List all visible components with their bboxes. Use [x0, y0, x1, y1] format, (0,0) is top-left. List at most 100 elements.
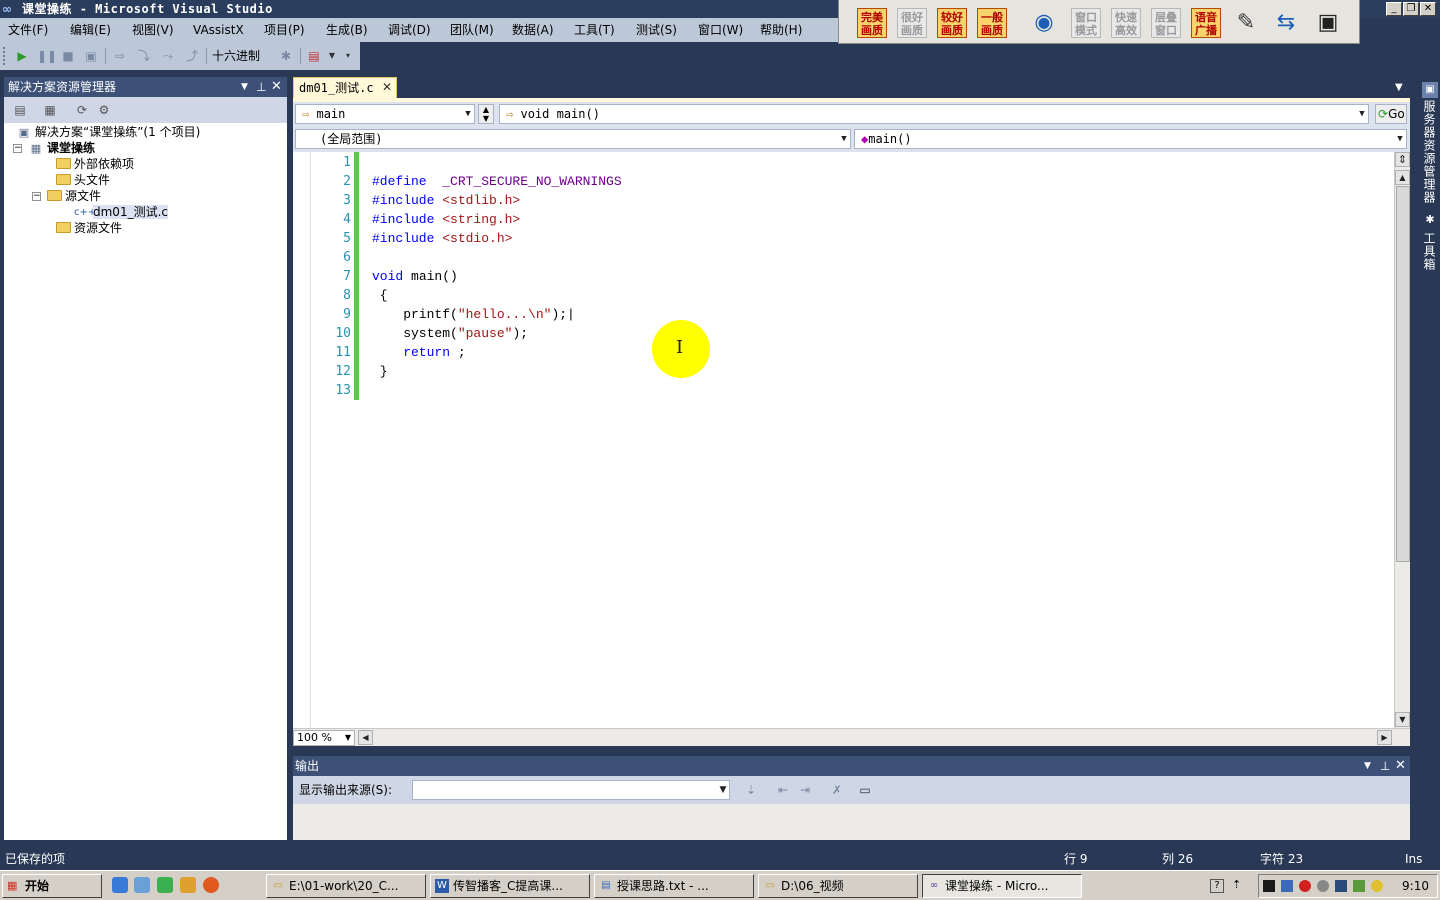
panel-close-icon[interactable]: ✕ — [1395, 756, 1406, 776]
minimize-button[interactable]: _ — [1386, 2, 1402, 16]
close-button[interactable]: ✕ — [1420, 2, 1436, 16]
word-wrap-icon[interactable]: ▭ — [857, 782, 873, 798]
step-out-icon[interactable]: ⤴ — [184, 48, 200, 64]
start-debug-icon[interactable]: ▶ — [14, 48, 30, 64]
good-quality-button[interactable]: 较好画质 — [937, 8, 967, 38]
collapse-icon[interactable]: − — [13, 144, 22, 153]
tray-app-icon[interactable] — [1263, 880, 1275, 892]
step-over-icon[interactable]: ⤳ — [160, 48, 176, 64]
scroll-left-icon[interactable]: ◀ — [358, 730, 373, 745]
fast-efficient-button[interactable]: 快速高效 — [1111, 8, 1141, 38]
output-source-combo[interactable]: ▼ — [412, 780, 730, 800]
menu-help[interactable]: 帮助(H) — [760, 22, 802, 38]
tab-close-icon[interactable]: ✕ — [380, 80, 394, 94]
menu-team[interactable]: 团队(M) — [450, 22, 494, 38]
tray-network-icon[interactable] — [1281, 880, 1293, 892]
window-mode-button[interactable]: 窗口模式 — [1071, 8, 1101, 38]
pin-icon[interactable]: ⊥ — [256, 77, 266, 97]
pause-icon[interactable]: ❚❚ — [37, 48, 57, 64]
pin-icon[interactable]: ⊥ — [1380, 756, 1390, 776]
perfect-quality-button[interactable]: 完美画质 — [857, 8, 887, 38]
menu-build[interactable]: 生成(B) — [326, 22, 368, 38]
desktop-icon[interactable] — [134, 877, 150, 893]
tree-source-files[interactable]: − 源文件 — [32, 188, 101, 204]
app-orange-icon[interactable] — [180, 877, 196, 893]
server-icon[interactable]: ▣ — [1422, 82, 1438, 98]
task-notepad[interactable]: ▤ 授课思路.txt - ... — [594, 874, 754, 898]
menu-debug[interactable]: 调试(D) — [388, 22, 431, 38]
properties-icon[interactable]: ▤ — [12, 102, 28, 118]
tree-header-files[interactable]: 头文件 — [56, 172, 110, 188]
go-button[interactable]: ⟳Go — [1375, 104, 1407, 124]
stop-icon[interactable]: ■ — [60, 48, 76, 64]
pen-icon[interactable]: ✎ — [1229, 6, 1263, 40]
step-into-icon[interactable]: ⤵ — [136, 48, 152, 64]
tray-update-icon[interactable] — [1371, 880, 1383, 892]
ie-icon[interactable] — [112, 877, 128, 893]
menu-file[interactable]: 文件(F) — [8, 22, 48, 38]
task-explorer-work[interactable]: ▭ E:\01-work\20_C... — [266, 874, 426, 898]
class-diagram-icon[interactable]: ⚙ — [96, 102, 112, 118]
toolbar-overflow-icon[interactable]: ▾ — [340, 48, 356, 64]
hexadecimal-button[interactable]: 十六进制 — [212, 48, 260, 64]
start-button[interactable]: ▦ 开始 — [2, 874, 102, 898]
prev-message-icon[interactable]: ⇤ — [775, 782, 791, 798]
monitor-icon[interactable]: ▣ — [1311, 6, 1345, 40]
show-next-statement-icon[interactable]: ⇨ — [112, 48, 128, 64]
toolbox-icon[interactable]: ✱ — [1422, 212, 1438, 228]
split-icon[interactable]: ⇕ — [1395, 152, 1410, 167]
vertical-scrollbar[interactable]: ⇕ ▲ ▼ — [1394, 152, 1410, 728]
voice-broadcast-button[interactable]: 语音广播 — [1191, 8, 1221, 38]
clear-all-icon[interactable]: ✗ — [829, 782, 845, 798]
tab-dropdown-icon[interactable]: ▼ — [1395, 82, 1403, 93]
tree-solution[interactable]: ▣ 解决方案“课堂操练”(1 个项目) — [16, 124, 200, 140]
panel-dropdown-icon[interactable]: ▼ — [1364, 756, 1371, 776]
very-good-quality-button[interactable]: 很好画质 — [897, 8, 927, 38]
find-message-icon[interactable]: ⇣ — [743, 782, 759, 798]
panel-close-icon[interactable]: ✕ — [271, 77, 282, 97]
task-visual-studio[interactable]: ∞ 课堂操练 - Micro... — [922, 874, 1082, 898]
normal-quality-button[interactable]: 一般画质 — [977, 8, 1007, 38]
menu-edit[interactable]: 编辑(E) — [70, 22, 111, 38]
symbol-combo[interactable]: ⇨ main ▼ — [295, 104, 475, 124]
screen-transfer-icon[interactable]: ⇆ — [1269, 6, 1303, 40]
restore-button[interactable]: ❐ — [1403, 2, 1419, 16]
server-explorer-tab[interactable]: 服务器资源管理器 — [1421, 100, 1438, 204]
breakpoint-icon[interactable]: ✱ — [278, 48, 294, 64]
scope-combo[interactable]: (全局范围) ▼ — [295, 129, 851, 149]
collapse-icon[interactable]: − — [32, 192, 41, 201]
chevron-down-icon[interactable]: ▼ — [324, 48, 340, 64]
toolbox-tab[interactable]: 工具箱 — [1421, 232, 1438, 271]
tray-monitor-icon[interactable] — [1335, 880, 1347, 892]
function-combo[interactable]: ⇨ void main() ▼ — [499, 104, 1369, 124]
menu-view[interactable]: 视图(V) — [132, 22, 174, 38]
help-icon[interactable]: ? — [1210, 879, 1224, 893]
scroll-down-icon[interactable]: ▼ — [1395, 712, 1410, 727]
task-word-doc[interactable]: W 传智播客_C提高课... — [430, 874, 590, 898]
spin-icon[interactable]: ▲ ▼ — [478, 104, 494, 124]
code-editor[interactable]: 1 2 3 4 5 6 7 8 9 10 11 12 13 #define _C… — [293, 152, 1394, 728]
app-green-icon[interactable] — [157, 877, 173, 893]
tree-resource-files[interactable]: 资源文件 — [56, 220, 122, 236]
broadcast-pen-icon[interactable]: ◉ — [1027, 6, 1061, 40]
show-all-files-icon[interactable]: ▦ — [42, 102, 58, 118]
tree-file-dm01[interactable]: c++dm01_测试.c — [74, 204, 168, 220]
windows-dropdown-icon[interactable]: ▤ — [306, 48, 322, 64]
panel-dropdown-icon[interactable]: ▼ — [241, 77, 248, 97]
tray-security-icon[interactable] — [1353, 880, 1365, 892]
tray-record-icon[interactable] — [1299, 880, 1311, 892]
next-message-icon[interactable]: ⇥ — [797, 782, 813, 798]
output-body[interactable] — [293, 804, 1410, 840]
menu-project[interactable]: 项目(P) — [264, 22, 305, 38]
ime-icon[interactable]: ⇡ — [1232, 878, 1241, 891]
menu-test[interactable]: 测试(S) — [636, 22, 677, 38]
firefox-icon[interactable] — [203, 877, 219, 893]
indicator-margin[interactable] — [293, 152, 311, 728]
restart-icon[interactable]: ▣ — [83, 48, 99, 64]
member-combo[interactable]: ◆main() ▼ — [854, 129, 1407, 149]
menu-window[interactable]: 窗口(W) — [698, 22, 743, 38]
tree-external-deps[interactable]: 外部依赖项 — [56, 156, 134, 172]
scroll-right-icon[interactable]: ▶ — [1377, 730, 1392, 745]
cascade-window-button[interactable]: 层叠窗口 — [1151, 8, 1181, 38]
scroll-thumb[interactable] — [1396, 186, 1410, 562]
